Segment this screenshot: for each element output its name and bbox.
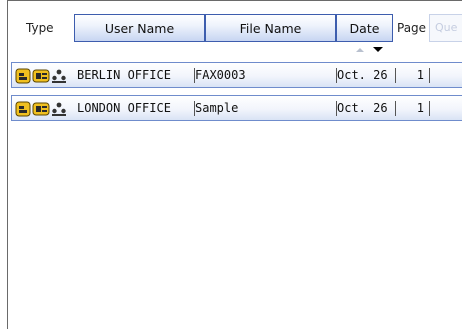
- file-name-sort-button[interactable]: File Name: [205, 14, 336, 42]
- row-user-name: LONDON OFFICE: [77, 101, 171, 115]
- date-sort-button[interactable]: Date: [336, 14, 393, 42]
- users-icon: [52, 69, 66, 83]
- row-pages: 1: [416, 101, 424, 115]
- file-row[interactable]: BERLIN OFFICE FAX0003 Oct. 26 1: [11, 62, 462, 88]
- file-name-label: File Name: [239, 20, 302, 36]
- page-column-label: Page: [397, 21, 427, 35]
- file-type-icons: [15, 101, 67, 117]
- queue-label: Que: [435, 21, 458, 34]
- date-label: Date: [349, 20, 380, 36]
- column-divider: [395, 68, 396, 83]
- queue-sort-button: Que: [429, 14, 462, 42]
- file-row[interactable]: LONDON OFFICE Sample Oct. 26 1: [11, 95, 462, 121]
- users-icon: [52, 102, 66, 116]
- row-file-name: Sample: [195, 101, 239, 115]
- stored-files-panel: Type User Name File Name Date Page Que B…: [7, 0, 462, 329]
- memory-tx-icon: [15, 101, 31, 117]
- row-date: Oct. 26: [337, 68, 388, 82]
- list-header: Type User Name File Name Date Page Que: [8, 1, 462, 52]
- row-date: Oct. 26: [337, 101, 388, 115]
- sort-direction-icon: [356, 47, 383, 52]
- memory-tx-icon: [15, 68, 31, 84]
- row-user-name: BERLIN OFFICE: [77, 68, 171, 82]
- column-divider: [395, 101, 396, 116]
- column-divider: [429, 68, 430, 83]
- fax-icon: [32, 102, 50, 116]
- type-column-label: Type: [26, 21, 54, 35]
- row-pages: 1: [416, 68, 424, 82]
- file-type-icons: [15, 68, 67, 84]
- user-name-sort-button[interactable]: User Name: [74, 14, 205, 42]
- row-file-name: FAX0003: [195, 68, 246, 82]
- user-name-label: User Name: [104, 20, 175, 36]
- column-divider: [429, 101, 430, 116]
- fax-icon: [32, 69, 50, 83]
